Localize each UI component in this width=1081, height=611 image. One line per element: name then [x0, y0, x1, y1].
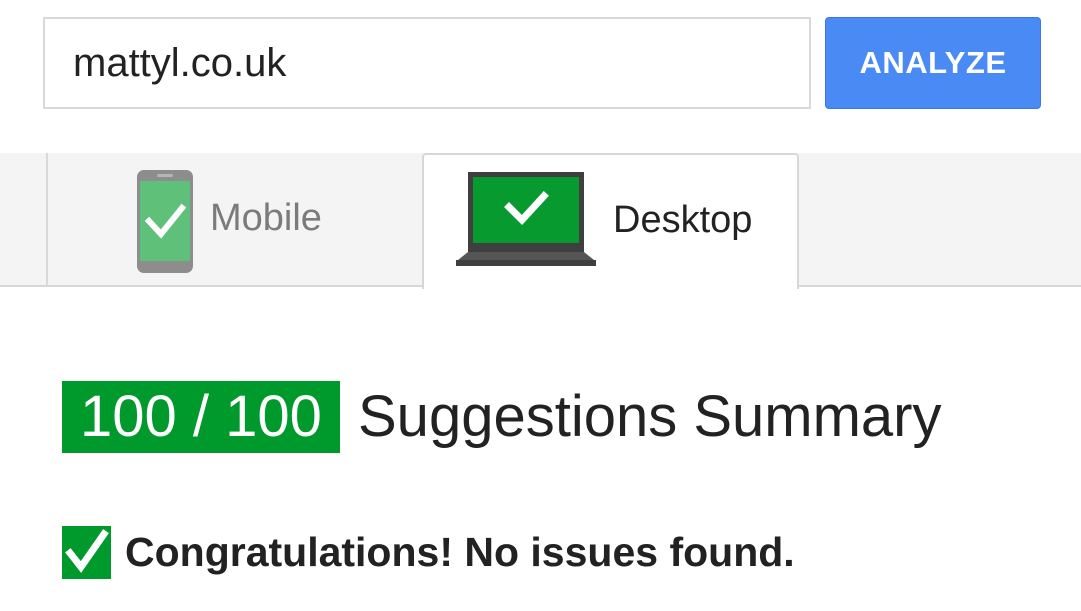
tab-desktop[interactable]: Desktop	[422, 153, 799, 289]
no-issues-message: Congratulations! No issues found.	[125, 529, 795, 575]
score-badge: 100 / 100	[62, 381, 340, 453]
pagespeed-app: ANALYZE Mobile Desktop 100 / 100 Suggest…	[0, 0, 1081, 611]
url-input[interactable]	[43, 17, 811, 109]
tab-mobile[interactable]: Mobile	[48, 153, 422, 285]
phone-check-icon	[137, 170, 193, 273]
analyze-button[interactable]: ANALYZE	[825, 17, 1041, 109]
checkmark-icon	[62, 526, 111, 579]
laptop-check-icon	[456, 172, 596, 266]
tab-mobile-label: Mobile	[210, 197, 322, 239]
tab-desktop-label: Desktop	[613, 199, 753, 241]
summary-title: Suggestions Summary	[358, 384, 942, 449]
